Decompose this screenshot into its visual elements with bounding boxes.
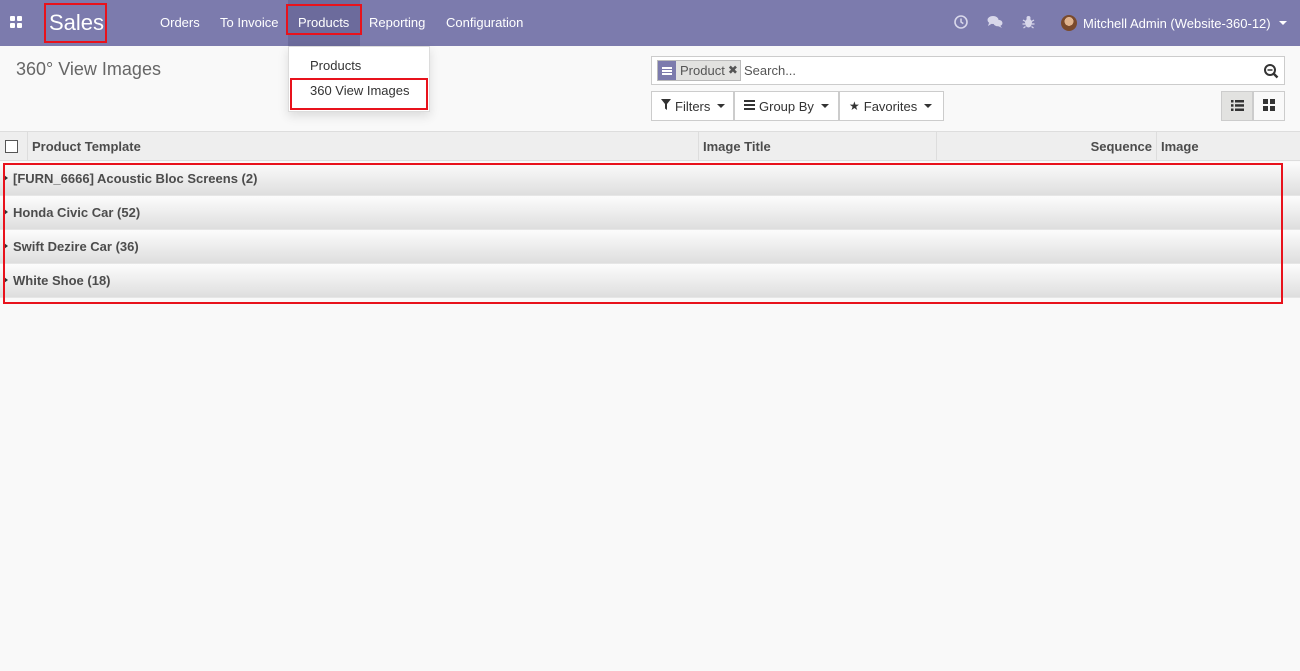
menu-orders[interactable]: Orders [160,0,200,46]
group-by-facet-icon [658,61,676,80]
column-sequence[interactable]: Sequence [936,132,1156,161]
search-icon[interactable] [1263,63,1279,79]
filter-icon [661,99,671,113]
favorites-button[interactable]: ★ Favorites [839,91,944,121]
page-title: 360° View Images [16,59,161,79]
chevron-down-icon [820,104,829,108]
chevron-down-icon [924,104,933,108]
bug-icon[interactable] [1022,15,1035,32]
app-brand[interactable]: Sales [44,3,107,43]
menu-reporting[interactable]: Reporting [369,0,425,46]
menu-to-invoice[interactable]: To Invoice [220,0,279,46]
search-input[interactable] [744,60,1244,81]
chevron-down-icon [1278,21,1287,25]
filters-button[interactable]: Filters [651,91,734,121]
favorites-label: Favorites [863,98,918,114]
column-image[interactable]: Image [1156,132,1300,161]
column-image-title[interactable]: Image Title [698,132,936,161]
chat-icon[interactable] [987,15,1003,32]
search-facet: Product ✖ [657,60,741,81]
facet-label: Product [680,63,725,78]
products-menu-highlight [286,4,362,35]
user-menu[interactable]: Mitchell Admin (Website-360-12) [1061,12,1287,34]
column-product-template[interactable]: Product Template [27,132,699,161]
chevron-down-icon [717,104,726,108]
filters-label: Filters [675,98,711,114]
kanban-view-button[interactable] [1253,91,1285,121]
group-by-button[interactable]: Group By [734,91,839,121]
kanban-icon [1263,98,1275,114]
dropdown-item-products[interactable]: Products [310,58,361,73]
list-header: Product Template Image Title Sequence Im… [0,131,1300,161]
select-all-checkbox[interactable] [5,140,18,153]
top-navbar: Sales Orders To Invoice Products Reporti… [0,0,1300,46]
group-by-label: Group By [759,98,814,114]
user-name: Mitchell Admin (Website-360-12) [1083,15,1271,31]
list-view-button[interactable] [1221,91,1253,121]
apps-menu-icon[interactable] [10,16,23,29]
groups-highlight [3,163,1283,304]
search-bar: Product ✖ [651,56,1285,85]
avatar [1061,15,1077,31]
close-icon[interactable]: ✖ [728,61,740,80]
star-icon: ★ [849,99,860,113]
list-icon [1230,99,1244,114]
bars-icon [744,99,755,113]
clock-icon[interactable] [954,15,968,32]
products-dropdown: Products 360 View Images [288,46,430,112]
dropdown-highlight [290,78,428,110]
menu-configuration[interactable]: Configuration [446,0,523,46]
